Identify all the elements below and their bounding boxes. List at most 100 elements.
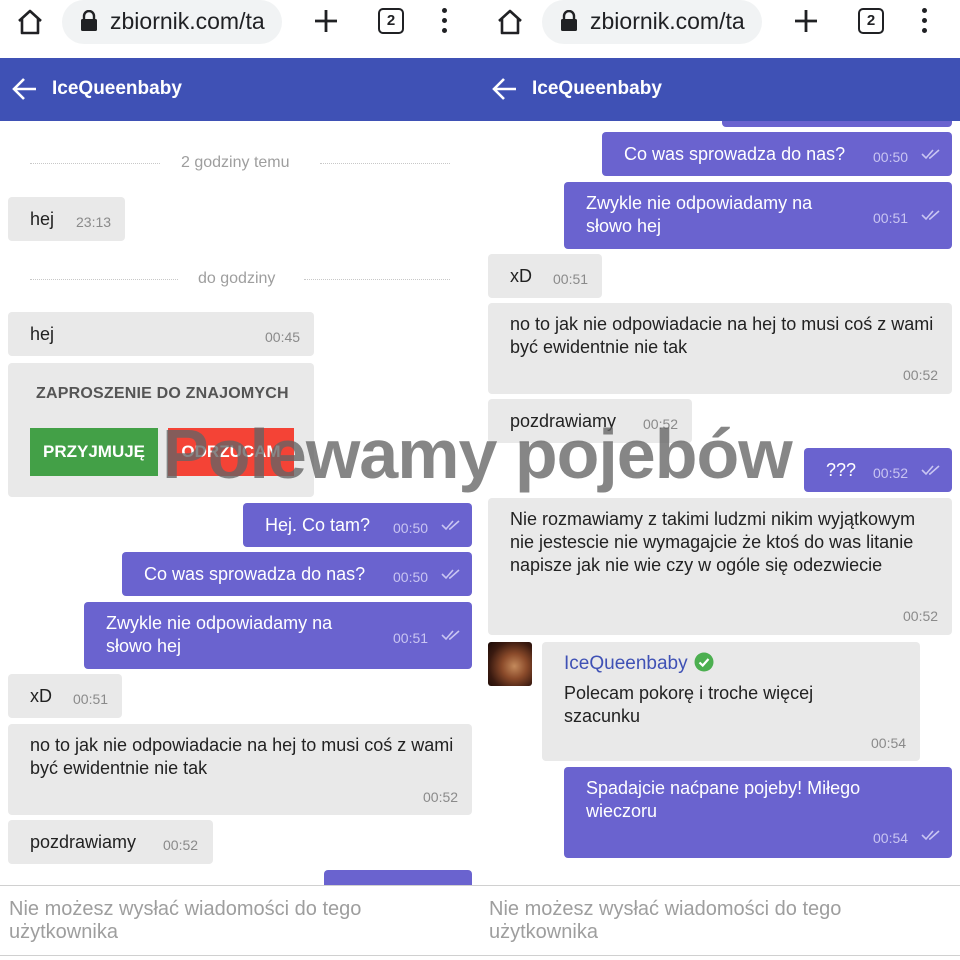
right-screenshot: zbiornik.com/ta 2 IceQueenbaby Co was sp… — [480, 0, 960, 960]
compose-bar: Nie możesz wysłać wiadomości do tego uży… — [480, 885, 960, 960]
message-time: 00:51 — [73, 691, 109, 707]
chat-header: IceQueenbaby — [0, 58, 480, 121]
sender-name[interactable]: IceQueenbaby — [564, 652, 688, 675]
incoming-message[interactable]: xD 00:51 — [8, 674, 122, 718]
message-text: Zwykle nie odpowiadamy na słowo hej — [586, 193, 813, 236]
kebab-menu-icon[interactable] — [436, 6, 452, 36]
tab-switcher-button[interactable]: 2 — [378, 8, 404, 34]
divider — [480, 955, 960, 956]
back-arrow-icon[interactable] — [492, 76, 518, 102]
home-icon[interactable] — [494, 6, 526, 38]
message-text: Nie rozmawiamy z takimi ludzmi nikim wyj… — [510, 509, 916, 575]
message-time: 00:52 — [903, 608, 939, 624]
message-time: 00:52 — [903, 367, 939, 383]
read-ticks-icon — [441, 520, 460, 531]
divider-label: do godziny — [198, 270, 276, 287]
read-ticks-icon — [441, 569, 460, 580]
outgoing-message-partial[interactable] — [324, 870, 472, 885]
browser-toolbar: zbiornik.com/ta 2 — [480, 0, 960, 58]
outgoing-message[interactable]: Spadajcie naćpane pojeby! Miłego wieczor… — [564, 767, 952, 858]
message-time: 00:50 — [393, 520, 429, 536]
message-text: Zwykle nie odpowiadamy na słowo hej — [106, 613, 333, 656]
left-screenshot: zbiornik.com/ta 2 IceQueenbaby 2 godziny… — [0, 0, 480, 960]
accept-invite-button[interactable]: PRZYJMUJĘ — [30, 428, 158, 476]
message-text: Co was sprowadza do nas? — [144, 564, 366, 584]
message-time: 00:51 — [393, 630, 429, 646]
message-text: ??? — [826, 460, 857, 480]
incoming-message[interactable]: hej 00:45 — [8, 312, 314, 356]
time-divider: 2 godziny temu — [0, 152, 480, 176]
message-text: xD — [510, 266, 532, 286]
divider — [0, 955, 480, 956]
message-text: pozdrawiamy — [30, 832, 137, 852]
message-text: xD — [30, 686, 52, 706]
message-time: 00:45 — [265, 329, 301, 345]
message-time: 00:51 — [553, 271, 589, 287]
message-text: Spadajcie naćpane pojeby! Miłego wieczor… — [586, 778, 861, 821]
url-text: zbiornik.com/ta — [110, 8, 265, 34]
lock-icon — [81, 10, 97, 31]
outgoing-message[interactable]: Co was sprowadza do nas? 00:50 — [602, 132, 952, 176]
divider-label: 2 godziny temu — [181, 154, 290, 171]
message-time: 00:52 — [163, 837, 199, 853]
outgoing-message[interactable]: Zwykle nie odpowiadamy na słowo hej 00:5… — [84, 602, 472, 669]
compose-disabled-notice: Nie możesz wysłać wiadomości do tego uży… — [489, 898, 842, 943]
message-text: pozdrawiamy — [510, 411, 617, 431]
incoming-message[interactable]: xD 00:51 — [488, 254, 602, 298]
read-ticks-icon — [441, 630, 460, 641]
incoming-message[interactable]: Nie rozmawiamy z takimi ludzmi nikim wyj… — [488, 498, 952, 635]
browser-toolbar: zbiornik.com/ta 2 — [0, 0, 480, 58]
message-time: 00:54 — [871, 735, 907, 751]
new-tab-icon[interactable] — [792, 4, 820, 36]
kebab-menu-icon[interactable] — [916, 6, 932, 36]
message-text: no to jak nie odpowiadacie na hej to mus… — [30, 735, 454, 778]
time-divider: do godziny — [0, 268, 480, 292]
read-ticks-icon — [921, 465, 940, 476]
contact-name[interactable]: IceQueenbaby — [52, 78, 182, 100]
message-text: hej — [30, 209, 55, 229]
incoming-message[interactable]: pozdrawiamy 00:52 — [8, 820, 213, 864]
message-list[interactable]: 2 godziny temu hej 23:13 do godziny hej … — [0, 121, 480, 885]
outgoing-message[interactable]: ??? 00:52 — [804, 448, 952, 492]
outgoing-message[interactable]: Hej. Co tam? 00:50 — [243, 503, 472, 547]
contact-name[interactable]: IceQueenbaby — [532, 78, 662, 100]
message-time: 00:50 — [393, 569, 429, 585]
outgoing-message[interactable]: Zwykle nie odpowiadamy na słowo hej 00:5… — [564, 182, 952, 249]
message-time: 00:51 — [873, 210, 909, 226]
incoming-message[interactable]: no to jak nie odpowiadacie na hej to mus… — [488, 303, 952, 394]
incoming-message-with-sender[interactable]: IceQueenbaby Polecam pokorę i troche wię… — [542, 642, 920, 761]
message-text: Co was sprowadza do nas? — [624, 144, 846, 164]
message-time: 00:52 — [873, 465, 909, 481]
message-text: hej — [30, 324, 55, 344]
verified-badge-icon — [694, 652, 714, 672]
incoming-message[interactable]: pozdrawiamy 00:52 — [488, 399, 692, 443]
incoming-message[interactable]: hej 23:13 — [8, 197, 125, 241]
avatar[interactable] — [488, 642, 532, 686]
read-ticks-icon — [921, 830, 940, 841]
outgoing-message[interactable]: Co was sprowadza do nas? 00:50 — [122, 552, 472, 596]
message-time: 00:50 — [873, 149, 909, 165]
read-ticks-icon — [921, 149, 940, 160]
address-bar[interactable]: zbiornik.com/ta — [62, 0, 282, 44]
back-arrow-icon[interactable] — [12, 76, 38, 102]
address-bar[interactable]: zbiornik.com/ta — [542, 0, 762, 44]
message-time: 00:52 — [423, 789, 459, 805]
url-text: zbiornik.com/ta — [590, 8, 745, 34]
chat-header: IceQueenbaby — [480, 58, 960, 121]
outgoing-message-partial[interactable] — [722, 121, 952, 127]
friend-invitation-card: ZAPROSZENIE DO ZNAJOMYCH PRZYJMUJĘ ODRZU… — [8, 363, 314, 497]
tab-switcher-button[interactable]: 2 — [858, 8, 884, 34]
incoming-message[interactable]: no to jak nie odpowiadacie na hej to mus… — [8, 724, 472, 815]
message-time: 00:54 — [873, 830, 909, 846]
new-tab-icon[interactable] — [312, 4, 340, 36]
compose-disabled-notice: Nie możesz wysłać wiadomości do tego uży… — [9, 898, 362, 943]
read-ticks-icon — [921, 210, 940, 221]
reject-invite-button[interactable]: ODRZUCAM — [168, 428, 294, 476]
message-text: Hej. Co tam? — [265, 515, 371, 535]
lock-icon — [561, 10, 577, 31]
home-icon[interactable] — [14, 6, 46, 38]
message-time: 00:52 — [643, 416, 679, 432]
message-list[interactable]: Co was sprowadza do nas? 00:50 Zwykle ni… — [480, 121, 960, 885]
message-time: 23:13 — [76, 214, 112, 230]
invitation-title: ZAPROSZENIE DO ZNAJOMYCH — [36, 385, 289, 402]
